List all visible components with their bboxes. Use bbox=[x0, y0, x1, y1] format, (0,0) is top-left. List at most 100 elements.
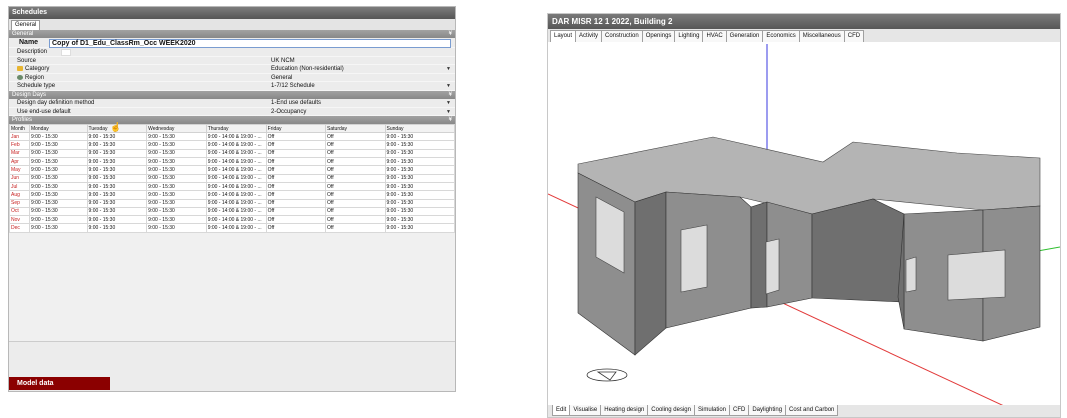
tab-cooling-design[interactable]: Cooling design bbox=[647, 405, 695, 416]
table-row[interactable]: Mar 9:00 - 15:30 9:00 - 15:30 9:00 - 15:30 9… bbox=[9, 148, 456, 159]
schedule-cell[interactable]: 9:00 - 15:30 bbox=[28, 190, 88, 200]
tab-generation[interactable]: Generation bbox=[725, 30, 764, 42]
schedule-cell[interactable]: Off bbox=[325, 165, 386, 175]
month-cell[interactable]: May bbox=[9, 165, 30, 175]
category-row[interactable]: Category Education (Non-residential) ▼ bbox=[9, 65, 455, 74]
schedule-cell[interactable]: 9:00 - 15:30 bbox=[146, 215, 207, 225]
month-cell[interactable]: Jun bbox=[9, 173, 30, 183]
model-canvas[interactable] bbox=[547, 42, 1061, 418]
tab-layout[interactable]: Layout bbox=[550, 30, 577, 42]
schedule-cell[interactable]: 9:00 - 15:30 bbox=[28, 132, 88, 142]
schedule-cell[interactable]: 9:00 - 15:30 bbox=[28, 198, 88, 208]
section-general-header[interactable]: General ¥ bbox=[9, 30, 455, 38]
description-input[interactable] bbox=[61, 49, 71, 56]
schedule-cell[interactable]: Off bbox=[265, 181, 327, 192]
month-cell[interactable]: Mar bbox=[9, 148, 30, 159]
tab-openings[interactable]: Openings bbox=[641, 30, 676, 42]
schedule-cell[interactable]: 9:00 - 15:30 bbox=[28, 206, 88, 217]
schedule-cell[interactable]: Off bbox=[325, 206, 386, 217]
tab-cost-and-carbon[interactable]: Cost and Carbon bbox=[785, 405, 839, 416]
category-value[interactable]: Education (Non-residential) bbox=[271, 65, 344, 74]
schedule-cell[interactable]: Off bbox=[325, 190, 386, 200]
tab-hvac[interactable]: HVAC bbox=[702, 30, 727, 42]
schedule-cell[interactable]: 9:00 - 15:30 bbox=[86, 215, 148, 225]
tab-cfd[interactable]: CFD bbox=[729, 405, 750, 416]
schedule-cell[interactable]: 9:00 - 15:30 bbox=[86, 198, 148, 208]
schedule-cell[interactable]: Off bbox=[325, 140, 386, 150]
table-row[interactable]: Aug 9:00 - 15:30 9:00 - 15:30 9:00 - 15:30 9… bbox=[9, 190, 456, 200]
schedule-cell[interactable]: 9:00 - 15:30 bbox=[86, 132, 148, 142]
table-row[interactable]: Sep 9:00 - 15:30 9:00 - 15:30 9:00 - 15:30 9… bbox=[9, 198, 456, 208]
schedule-cell[interactable]: 9:00 - 15:30 bbox=[86, 165, 148, 175]
schedule-cell[interactable]: 9:00 - 15:30 bbox=[384, 223, 456, 233]
schedule-cell[interactable]: 9:00 - 15:30 bbox=[384, 190, 456, 200]
schedule-cell[interactable]: Off bbox=[265, 206, 327, 217]
section-design-days-header[interactable]: Design Days ¥ bbox=[9, 90, 455, 99]
schedule-cell[interactable]: 9:00 - 15:30 bbox=[86, 206, 148, 217]
tab-heating-design[interactable]: Heating design bbox=[600, 405, 649, 416]
schedule-type-row[interactable]: Schedule type 1-7/12 Schedule ▼ bbox=[9, 82, 455, 91]
name-input[interactable]: Copy of D1_Edu_ClassRm_Occ WEEK2020 bbox=[49, 39, 451, 48]
schedule-cell[interactable]: 9:00 - 15:30 bbox=[28, 223, 88, 233]
schedule-cell[interactable]: 9:00 - 15:30 bbox=[86, 190, 148, 200]
table-row[interactable]: Dec 9:00 - 15:30 9:00 - 15:30 9:00 - 15:30 9… bbox=[9, 223, 456, 233]
schedule-cell[interactable]: 9:00 - 15:30 bbox=[146, 140, 207, 150]
schedule-cell[interactable]: 9:00 - 15:30 bbox=[146, 206, 207, 217]
month-cell[interactable]: Aug bbox=[9, 190, 30, 200]
schedule-cell[interactable]: 9:00 - 15:30 bbox=[384, 165, 456, 175]
column-header[interactable]: Thursday bbox=[205, 124, 267, 134]
schedule-cell[interactable]: Off bbox=[265, 198, 327, 208]
schedule-cell[interactable]: Off bbox=[325, 132, 386, 142]
schedule-cell[interactable]: Off bbox=[325, 198, 386, 208]
schedule-cell[interactable]: 9:00 - 15:30 bbox=[384, 157, 456, 167]
month-cell[interactable]: Feb bbox=[9, 140, 30, 150]
tab-lighting[interactable]: Lighting bbox=[674, 30, 704, 42]
month-cell[interactable]: Nov bbox=[9, 215, 30, 225]
tab-visualise[interactable]: Visualise bbox=[569, 405, 602, 416]
schedule-cell[interactable]: 9:00 - 15:30 bbox=[28, 148, 88, 159]
table-row[interactable]: Jun 9:00 - 15:30 9:00 - 15:30 9:00 - 15:30 9… bbox=[9, 173, 456, 183]
region-row[interactable]: Region General bbox=[9, 74, 455, 83]
table-row[interactable]: Jul 9:00 - 15:30 9:00 - 15:30 9:00 - 15:30 9… bbox=[9, 181, 456, 192]
tab-cfd[interactable]: CFD bbox=[843, 30, 865, 42]
month-cell[interactable]: Jul bbox=[9, 181, 30, 192]
schedule-cell[interactable]: Off bbox=[265, 223, 327, 233]
schedule-cell[interactable]: Off bbox=[265, 148, 327, 159]
schedule-cell[interactable]: 9:00 - 15:30 bbox=[86, 148, 148, 159]
schedule-cell[interactable]: 9:00 - 15:30 bbox=[28, 181, 88, 192]
month-cell[interactable]: Oct bbox=[9, 206, 30, 217]
chevron-down-icon[interactable]: ▼ bbox=[446, 99, 451, 108]
schedule-cell[interactable]: 9:00 - 15:30 bbox=[146, 190, 207, 200]
chevron-down-icon[interactable]: ▼ bbox=[446, 82, 451, 91]
schedule-cell[interactable]: 9:00 - 14:00 & 19:00 - ... bbox=[205, 132, 267, 142]
schedule-cell[interactable]: 9:00 - 15:30 bbox=[146, 173, 207, 183]
schedule-cell[interactable]: 9:00 - 14:00 & 19:00 - ... bbox=[205, 198, 267, 208]
schedule-cell[interactable]: 9:00 - 15:30 bbox=[384, 206, 456, 217]
month-cell[interactable]: Jan bbox=[9, 132, 30, 142]
table-row[interactable]: Oct 9:00 - 15:30 9:00 - 15:30 9:00 - 15:30 9… bbox=[9, 206, 456, 217]
table-row[interactable]: Jan 9:00 - 15:30 9:00 - 15:30 9:00 - 15:30 9… bbox=[9, 132, 456, 142]
schedule-cell[interactable]: 9:00 - 15:30 bbox=[146, 181, 207, 192]
schedule-cell[interactable]: 9:00 - 15:30 bbox=[146, 148, 207, 159]
section-profiles-header[interactable]: Profiles ¥ bbox=[9, 116, 455, 125]
schedule-cell[interactable]: 9:00 - 15:30 bbox=[28, 140, 88, 150]
tab-construction[interactable]: Construction bbox=[601, 30, 643, 42]
schedule-cell[interactable]: Off bbox=[265, 215, 327, 225]
table-row[interactable]: Feb 9:00 - 15:30 9:00 - 15:30 9:00 - 15:30 9… bbox=[9, 140, 456, 150]
schedule-cell[interactable]: Off bbox=[265, 157, 327, 167]
schedule-cell[interactable]: 9:00 - 15:30 bbox=[28, 173, 88, 183]
schedule-cell[interactable]: Off bbox=[325, 157, 386, 167]
column-header[interactable]: Wednesday bbox=[146, 124, 207, 134]
schedule-cell[interactable]: 9:00 - 14:00 & 19:00 - ... bbox=[205, 190, 267, 200]
schedule-cell[interactable]: 9:00 - 15:30 bbox=[384, 173, 456, 183]
schedule-type-value[interactable]: 1-7/12 Schedule bbox=[271, 82, 315, 91]
schedule-cell[interactable]: 9:00 - 15:30 bbox=[86, 223, 148, 233]
chevron-down-icon[interactable]: ▼ bbox=[446, 108, 451, 117]
region-value[interactable]: General bbox=[271, 74, 292, 83]
collapse-icon[interactable]: ¥ bbox=[449, 116, 452, 124]
tab-general[interactable]: General bbox=[11, 20, 41, 30]
schedule-cell[interactable]: 9:00 - 15:30 bbox=[28, 157, 88, 167]
column-header[interactable]: Saturday bbox=[325, 124, 386, 134]
schedule-cell[interactable]: 9:00 - 15:30 bbox=[384, 198, 456, 208]
schedule-cell[interactable]: Off bbox=[265, 165, 327, 175]
